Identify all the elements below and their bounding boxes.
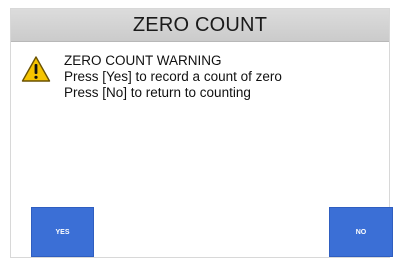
- zero-count-dialog: ZERO COUNT ZERO COUNT WARNING Press [Yes…: [10, 8, 393, 258]
- dialog-title-bar: ZERO COUNT: [11, 9, 389, 42]
- no-button[interactable]: NO: [329, 207, 393, 257]
- warning-heading: ZERO COUNT WARNING: [64, 53, 222, 68]
- yes-button[interactable]: YES: [31, 207, 94, 257]
- warning-line-yes: Press [Yes] to record a count of zero: [64, 69, 282, 84]
- dialog-title: ZERO COUNT: [132, 13, 268, 36]
- warning-message: ZERO COUNT WARNING Press [Yes] to record…: [64, 53, 282, 101]
- warning-line-no: Press [No] to return to counting: [64, 85, 251, 100]
- warning-icon: [21, 56, 51, 82]
